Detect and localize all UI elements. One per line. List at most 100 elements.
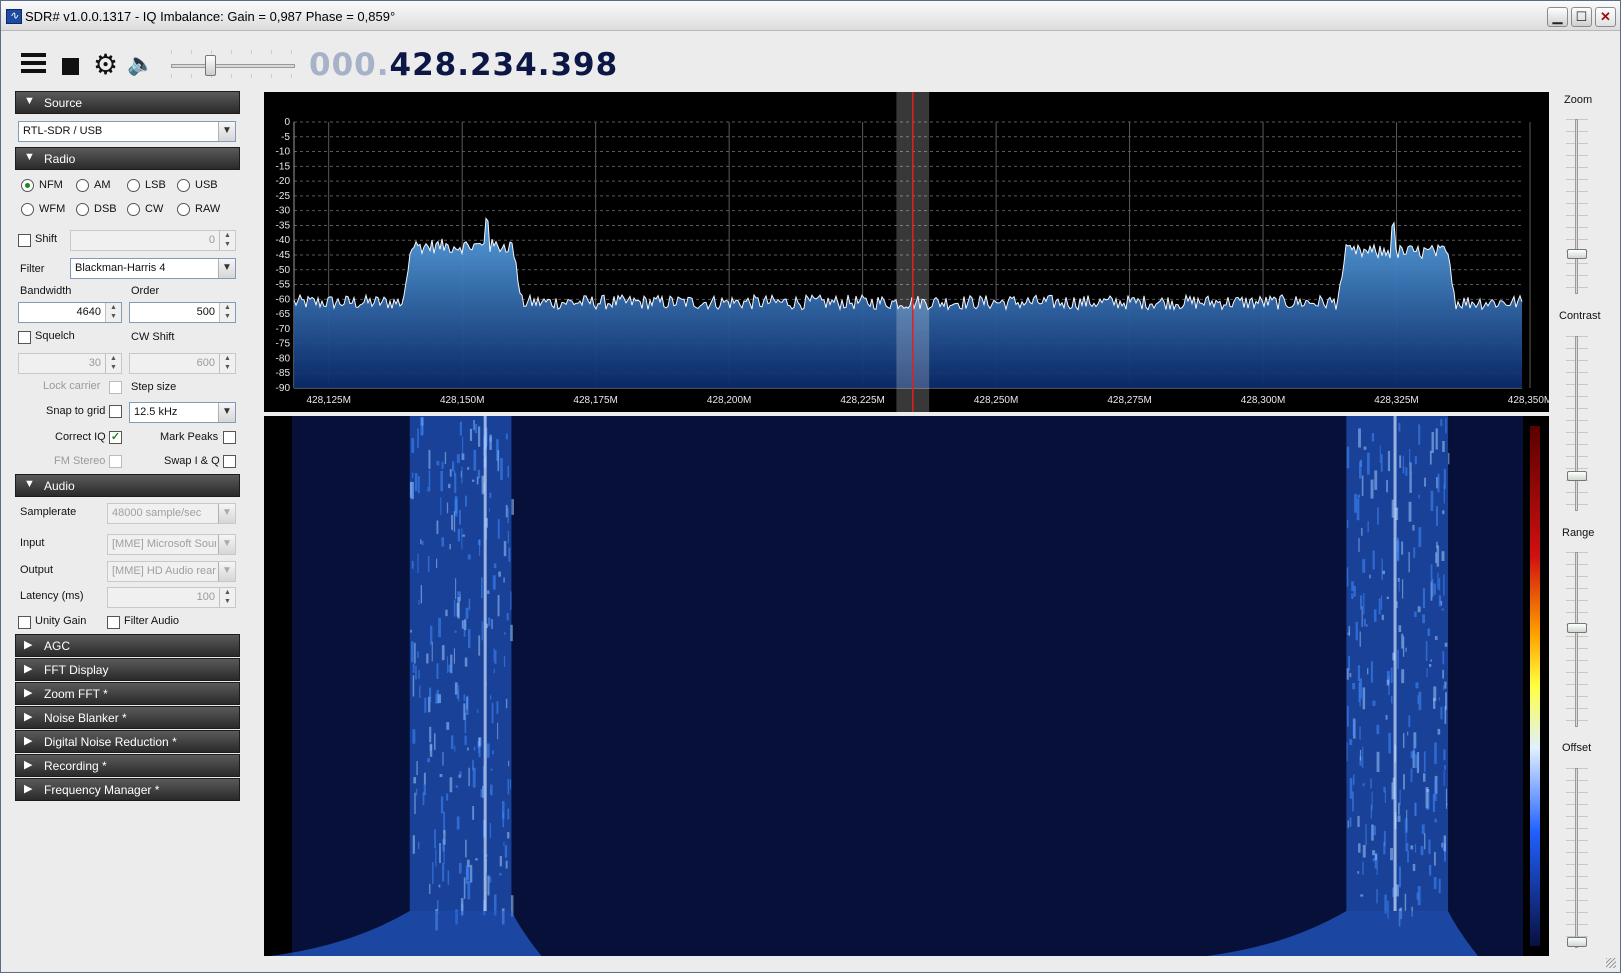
stop-icon[interactable] (62, 58, 79, 75)
radio-dot[interactable] (76, 179, 89, 192)
signal-speckle (1378, 598, 1381, 615)
range-slider-thumb[interactable] (1567, 623, 1587, 633)
filter-select[interactable]: Blackman-Harris 4 ▼ (70, 258, 236, 279)
speaker-icon[interactable]: 🔈 (127, 52, 154, 78)
radio-dot[interactable] (76, 203, 89, 216)
close-button[interactable]: ✕ (1595, 7, 1616, 27)
frequency-value[interactable]: 428.234.398 (390, 47, 619, 83)
audio-input-select[interactable]: [MME] Microsoft Soun ▼ (107, 534, 236, 555)
spin-down-icon[interactable]: ▼ (110, 313, 117, 320)
signal-speckle (1360, 595, 1363, 610)
fft-display-section-header[interactable]: ▶ FFT Display (15, 658, 240, 681)
volume-slider-thumb[interactable] (205, 55, 216, 76)
squelch-input[interactable]: 30 ▲ ▼ (18, 353, 122, 374)
swap-iq-checkbox[interactable] (223, 455, 236, 468)
mark-peaks-checkbox[interactable] (223, 431, 236, 444)
dropdown-arrow-icon[interactable]: ▼ (218, 403, 235, 422)
filter-audio-checkbox[interactable] (107, 616, 120, 629)
dropdown-arrow-icon[interactable]: ▼ (218, 535, 235, 554)
radio-dot[interactable] (127, 179, 140, 192)
contrast-slider-thumb[interactable] (1567, 471, 1587, 481)
signal-speckle (454, 630, 457, 633)
dropdown-arrow-icon[interactable]: ▼ (218, 259, 235, 278)
spectrum-plot[interactable]: 0 -5 -10 -15 -20 -25 -30 -35 -40 -45 -50 -55 -60 -65 -… (264, 92, 1549, 412)
menu-icon[interactable] (21, 53, 46, 76)
latency-input[interactable]: 100 ▲ ▼ (107, 587, 236, 608)
spin-buttons[interactable]: ▲ ▼ (105, 303, 121, 322)
zoom-slider[interactable] (1575, 119, 1578, 294)
y-tick-label: -30 (276, 206, 291, 217)
cw-shift-input[interactable]: 600 ▲ ▼ (129, 353, 236, 374)
bandwidth-input[interactable]: 4640 ▲ ▼ (18, 302, 122, 323)
recording-section-header[interactable]: ▶ Recording * (15, 754, 240, 777)
spin-down-icon[interactable]: ▼ (224, 241, 231, 248)
spin-up-icon[interactable]: ▲ (224, 589, 231, 596)
shift-checkbox[interactable] (18, 234, 31, 247)
signal-speckle (1376, 751, 1380, 773)
audio-output-select[interactable]: [MME] HD Audio rear ▼ (107, 561, 236, 582)
lock-carrier-checkbox[interactable] (109, 381, 122, 394)
radio-dot[interactable] (177, 203, 190, 216)
spectrum-analyzer[interactable]: 0 -5 -10 -15 -20 -25 -30 -35 -40 -45 -50 -55 -60 -65 -… (264, 92, 1549, 412)
waterfall-display[interactable] (264, 416, 1549, 956)
spin-down-icon[interactable]: ▼ (110, 364, 117, 371)
signal-speckle (411, 438, 415, 454)
resize-grip-icon[interactable] (1606, 958, 1616, 968)
spin-buttons[interactable]: ▲ ▼ (219, 588, 235, 607)
dropdown-arrow-icon[interactable]: ▼ (218, 562, 235, 581)
radio-dot[interactable] (177, 179, 190, 192)
dropdown-arrow-icon[interactable]: ▼ (218, 122, 235, 141)
agc-section-header[interactable]: ▶ AGC (15, 634, 240, 657)
radio-section-header[interactable]: ▼ Radio (15, 147, 240, 170)
spin-up-icon[interactable]: ▲ (110, 355, 117, 362)
spin-buttons[interactable]: ▲ ▼ (219, 303, 235, 322)
spin-down-icon[interactable]: ▼ (224, 364, 231, 371)
source-device-select[interactable]: RTL-SDR / USB ▼ (18, 121, 236, 142)
frequency-display[interactable]: 000.428.234.398 (309, 47, 618, 83)
step-size-select[interactable]: 12.5 kHz ▼ (129, 402, 236, 423)
spin-buttons[interactable]: ▲ ▼ (219, 231, 235, 250)
signal-speckle (461, 466, 463, 484)
offset-slider[interactable] (1575, 768, 1578, 948)
unity-gain-checkbox[interactable] (18, 616, 31, 629)
signal-speckle (464, 735, 467, 745)
frequency-leading-digits[interactable]: 000. (309, 47, 390, 83)
contrast-slider[interactable] (1575, 336, 1578, 511)
zoom-slider-thumb[interactable] (1567, 249, 1587, 259)
frequency-manager-section-header[interactable]: ▶ Frequency Manager * (15, 778, 240, 801)
shift-input[interactable]: 0 ▲ ▼ (70, 230, 236, 251)
order-input[interactable]: 500 ▲ ▼ (129, 302, 236, 323)
dropdown-arrow-icon[interactable]: ▼ (218, 504, 235, 523)
spin-up-icon[interactable]: ▲ (110, 304, 117, 311)
audio-section-header[interactable]: ▼ Audio (15, 474, 240, 497)
spin-down-icon[interactable]: ▼ (224, 598, 231, 605)
volume-slider[interactable] (171, 64, 295, 68)
signal-speckle (417, 651, 419, 658)
spin-up-icon[interactable]: ▲ (224, 232, 231, 239)
samplerate-select[interactable]: 48000 sample/sec ▼ (107, 503, 236, 524)
spin-buttons[interactable]: ▲ ▼ (219, 354, 235, 373)
spin-up-icon[interactable]: ▲ (224, 304, 231, 311)
gear-icon[interactable]: ⚙ (93, 51, 118, 79)
minimize-button[interactable]: ▁ (1547, 7, 1568, 27)
spin-up-icon[interactable]: ▲ (224, 355, 231, 362)
maximize-button[interactable]: ☐ (1571, 7, 1592, 27)
waterfall-plot[interactable] (264, 416, 1549, 956)
fm-stereo-checkbox[interactable] (109, 455, 122, 468)
signal-speckle (429, 883, 431, 895)
radio-dot[interactable] (21, 203, 34, 216)
radio-dot-selected[interactable] (21, 179, 34, 192)
correct-iq-checkbox[interactable]: ✓ (109, 431, 122, 444)
source-section-header[interactable]: ▼ Source (15, 91, 240, 114)
zoom-fft-section-header[interactable]: ▶ Zoom FFT * (15, 682, 240, 705)
spin-down-icon[interactable]: ▼ (224, 313, 231, 320)
offset-slider-thumb[interactable] (1567, 937, 1587, 947)
digital-noise-reduction-section-header[interactable]: ▶ Digital Noise Reduction * (15, 730, 240, 753)
signal-speckle (1442, 685, 1444, 691)
snap-to-grid-checkbox[interactable] (109, 405, 122, 418)
range-slider[interactable] (1575, 552, 1578, 727)
spin-buttons[interactable]: ▲ ▼ (105, 354, 121, 373)
noise-blanker-section-header[interactable]: ▶ Noise Blanker * (15, 706, 240, 729)
squelch-checkbox[interactable] (18, 331, 31, 344)
radio-dot[interactable] (127, 203, 140, 216)
